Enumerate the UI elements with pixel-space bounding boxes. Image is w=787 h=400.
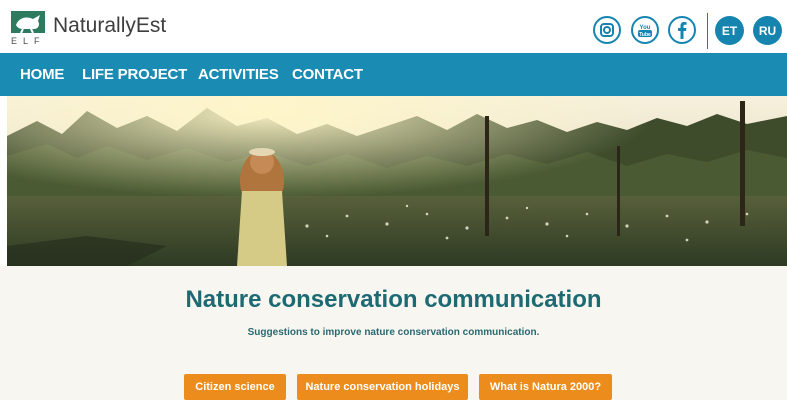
nav-item-home[interactable]: HOME xyxy=(20,66,64,83)
language-et-button[interactable]: ET xyxy=(715,16,744,45)
bog-landscape-illustration xyxy=(7,96,787,266)
nav-item-contact[interactable]: CONTACT xyxy=(292,66,363,83)
girl-figure xyxy=(237,148,287,266)
youtube-label-bottom: Tube xyxy=(639,32,651,38)
nav-item-activities[interactable]: ACTIVITIES xyxy=(198,66,279,83)
facebook-icon[interactable] xyxy=(668,16,696,44)
hero-image xyxy=(7,96,787,266)
nature-conservation-holidays-button[interactable]: Nature conservation holidays xyxy=(297,374,468,400)
language-ru-button[interactable]: RU xyxy=(753,16,782,45)
instagram-icon[interactable] xyxy=(593,16,621,44)
citizen-science-button[interactable]: Citizen science xyxy=(184,374,286,400)
brand-name[interactable]: NaturallyEst xyxy=(53,14,166,38)
site-header: ELF NaturallyEst You Tube ET RU xyxy=(0,0,787,52)
nav-item-life-project[interactable]: LIFE PROJECT xyxy=(82,66,187,83)
main-nav: HOME LIFE PROJECT ACTIVITIES CONTACT xyxy=(0,53,787,96)
header-separator xyxy=(707,13,708,49)
page-subtitle: Suggestions to improve nature conservati… xyxy=(247,327,540,338)
youtube-icon[interactable]: You Tube xyxy=(631,16,659,44)
logo-letters: ELF xyxy=(11,36,46,46)
what-is-natura-2000-button[interactable]: What is Natura 2000? xyxy=(479,374,612,400)
main-content: Nature conservation communication Sugges… xyxy=(0,266,787,400)
page-title: Nature conservation communication xyxy=(185,286,602,313)
